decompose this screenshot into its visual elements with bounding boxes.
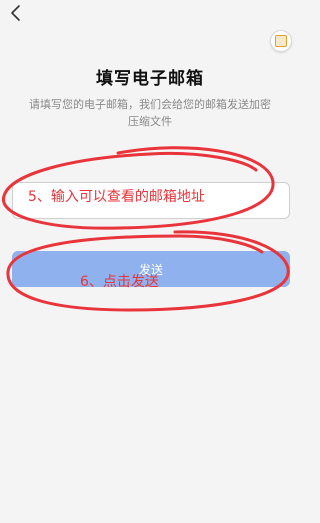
corner-action-button[interactable] xyxy=(270,30,292,52)
email-input[interactable] xyxy=(12,182,290,219)
send-button[interactable]: 发送 xyxy=(12,251,290,287)
page-subtitle: 请填写您的电子邮箱，我们会给您的邮箱发送加密压缩文件 xyxy=(29,98,271,128)
chevron-left-icon xyxy=(11,5,20,21)
back-button[interactable] xyxy=(4,2,28,26)
email-form-page: 填写电子邮箱 请填写您的电子邮箱，我们会给您的邮箱发送加密压缩文件 发送 5、输… xyxy=(0,0,300,523)
app-badge-icon xyxy=(275,35,287,47)
page-title: 填写电子邮箱 xyxy=(96,69,204,89)
